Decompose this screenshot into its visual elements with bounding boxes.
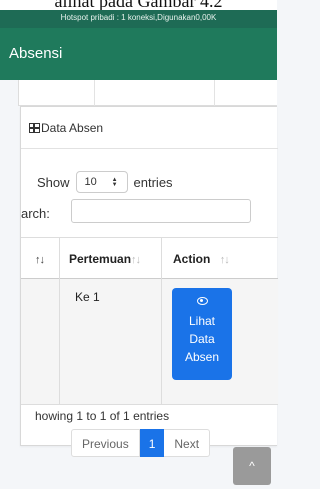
table-icon xyxy=(29,123,40,133)
show-entries-row: Show 10 ▲ ▼ entries xyxy=(37,171,173,193)
column-divider xyxy=(161,237,162,405)
top-caption: alihat pada Gambar 4.2 xyxy=(0,0,277,10)
search-label: arch: xyxy=(21,206,50,221)
card-title-text: Data Absen xyxy=(41,121,104,135)
previous-page-button[interactable]: Previous xyxy=(71,429,140,457)
app-title: Absensi xyxy=(9,45,63,62)
search-input[interactable] xyxy=(71,199,251,223)
status-bar-text: Hotspot pribadi : 1 koneksi,Digunakan0,0… xyxy=(60,13,217,22)
show-label: Show xyxy=(37,174,70,190)
status-bar: Hotspot pribadi : 1 koneksi,Digunakan0,0… xyxy=(0,10,277,28)
top-caption-text: alihat pada Gambar 4.2 xyxy=(54,0,223,10)
column-header-label: Pertemuan xyxy=(69,252,132,266)
remnant-divider xyxy=(214,80,215,106)
column-header-label: Action xyxy=(173,252,211,266)
page-1-button[interactable]: 1 xyxy=(139,429,165,457)
search-row: arch: xyxy=(21,199,278,229)
entries-select[interactable]: 10 ▲ ▼ xyxy=(75,171,128,193)
column-header-action[interactable]: Action ↑↓ xyxy=(173,238,230,280)
column-divider xyxy=(59,237,60,405)
sort-icon: ↑↓ xyxy=(219,254,230,266)
absen-table: ↑↓ Pertemuan↑↓ Action ↑↓ Ke 1 Lihat Data A… xyxy=(21,237,278,405)
entries-select-value: 10 xyxy=(84,176,97,188)
data-absen-card: Data Absen Show 10 ▲ ▼ entries arch: ↑↓ P… xyxy=(20,106,278,457)
card-title: Data Absen xyxy=(29,121,103,135)
lihat-data-absen-button[interactable]: Lihat Data Absen xyxy=(172,288,232,380)
remnant-divider xyxy=(94,80,95,106)
previous-card-remnant xyxy=(18,80,277,106)
column-header-number[interactable]: ↑↓ xyxy=(35,238,45,280)
eye-icon xyxy=(196,297,208,305)
pertemuan-cell: Ke 1 xyxy=(75,290,100,304)
chevron-up-icon: ^ xyxy=(249,459,255,473)
sort-icon: ↑↓ xyxy=(131,254,141,266)
column-header-pertemuan[interactable]: Pertemuan↑↓ xyxy=(69,238,141,280)
next-page-button[interactable]: Next xyxy=(164,429,211,457)
pagination: Previous 1 Next xyxy=(71,429,211,457)
select-arrows-icon: ▲ ▼ xyxy=(111,177,118,188)
entries-label: entries xyxy=(133,174,173,190)
table-info: howing 1 to 1 of 1 entries xyxy=(35,409,170,423)
sort-icon: ↑↓ xyxy=(35,254,45,266)
back-to-top-button[interactable]: ^ xyxy=(233,447,271,485)
card-header: Data Absen xyxy=(21,107,278,149)
lihat-button-label: Lihat Data Absen xyxy=(184,314,220,364)
app-bar: Absensi xyxy=(0,28,277,80)
